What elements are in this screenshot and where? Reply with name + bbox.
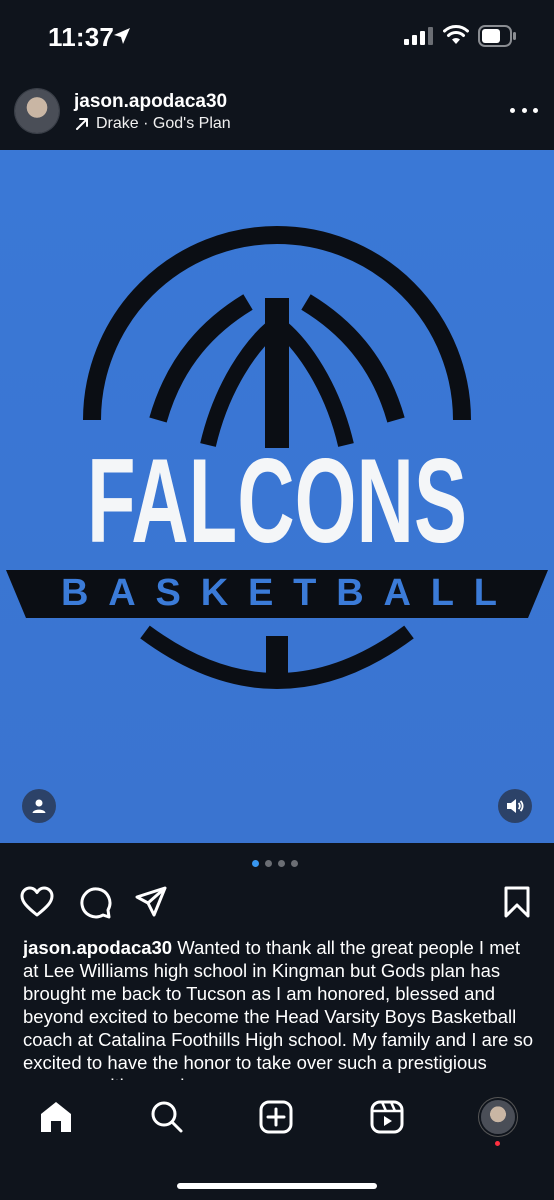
person-icon	[32, 799, 46, 813]
clock: 11:37	[48, 22, 115, 52]
falcons-basketball-logo: FALCONS BASKETBALL	[6, 226, 548, 689]
caption-text: Wanted to thank all the great people I m…	[23, 937, 534, 1080]
search-icon[interactable]	[150, 1100, 184, 1134]
profile-avatar[interactable]	[481, 1100, 515, 1134]
reels-icon[interactable]	[370, 1100, 404, 1134]
cellular-signal-icon	[404, 27, 433, 45]
post-caption: jason.apodaca30 Wanted to thank all the …	[23, 936, 535, 1080]
author-avatar[interactable]	[15, 89, 59, 133]
music-label: Drake · God's Plan	[96, 115, 231, 132]
post-username[interactable]: jason.apodaca30	[74, 91, 227, 113]
more-options-icon[interactable]	[510, 100, 538, 120]
carousel-dot	[265, 860, 272, 867]
carousel-dot	[278, 860, 285, 867]
carousel-dot	[291, 860, 298, 867]
heart-icon[interactable]	[20, 886, 54, 918]
home-indicator[interactable]	[177, 1183, 377, 1189]
bookmark-icon[interactable]	[503, 886, 531, 918]
speaker-icon	[507, 799, 524, 813]
music-attribution[interactable]: Drake · God's Plan	[74, 115, 231, 133]
notification-dot	[495, 1141, 500, 1146]
carousel-indicator	[252, 860, 298, 867]
wifi-icon	[443, 25, 469, 44]
post-media[interactable]: FALCONS BASKETBALL	[0, 150, 554, 843]
comment-icon[interactable]	[78, 886, 112, 920]
carousel-dot	[252, 860, 259, 867]
location-arrow-icon	[114, 28, 130, 44]
bottom-navigation	[0, 1080, 554, 1200]
logo-title: FALCONS	[87, 434, 467, 568]
music-arrow-icon	[76, 118, 88, 130]
status-bar: 11:37	[0, 0, 554, 80]
send-icon[interactable]	[135, 886, 167, 918]
home-icon[interactable]	[38, 1100, 74, 1134]
tagged-users-icon[interactable]	[22, 789, 56, 823]
volume-icon[interactable]	[498, 789, 532, 823]
create-icon[interactable]	[259, 1100, 293, 1134]
battery-icon	[478, 25, 516, 47]
caption-username[interactable]: jason.apodaca30	[23, 937, 172, 958]
